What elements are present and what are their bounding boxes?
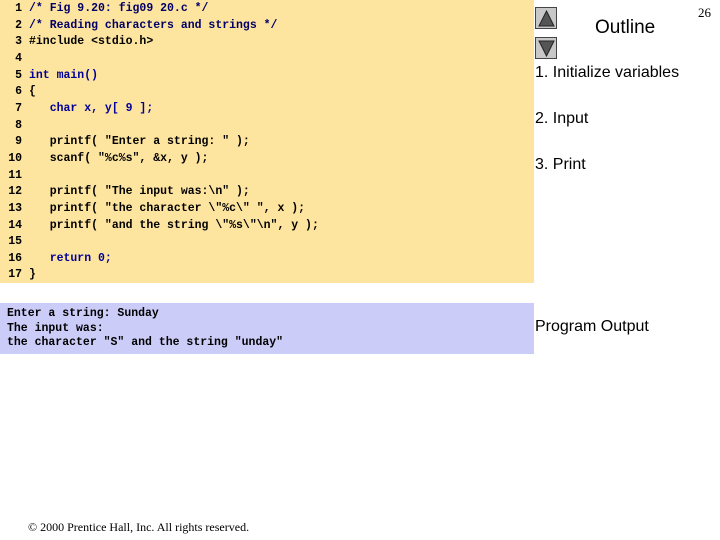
outline-item-initialize[interactable]: 1. Initialize variables [535, 64, 679, 82]
line-number: 10 [8, 152, 22, 165]
line-number: 16 [8, 252, 22, 265]
code-line: 16 return 0; [0, 251, 534, 267]
line-number: 4 [15, 52, 22, 65]
code-line: 9 printf( "Enter a string: " ); [0, 134, 534, 150]
code-line: 1 /* Fig 9.20: fig09 20.c */ [0, 1, 534, 17]
line-number: 7 [15, 102, 22, 115]
line-number: 15 [8, 235, 22, 248]
code-text: char x, y[ 9 ]; [29, 102, 154, 115]
code-text: printf( "Enter a string: " ); [29, 135, 250, 148]
next-slide-button[interactable] [535, 37, 557, 59]
line-number: 8 [15, 119, 22, 132]
previous-slide-button[interactable] [535, 7, 557, 29]
code-line: 10 scanf( "%c%s", &x, y ); [0, 151, 534, 167]
line-number: 17 [8, 268, 22, 281]
outline-item-print[interactable]: 3. Print [535, 156, 586, 174]
code-text: printf( "and the string \"%s\"\n", y ); [29, 219, 319, 232]
output-line: Enter a string: Sunday [7, 307, 159, 320]
code-text: { [29, 85, 36, 98]
code-line: 4 [0, 51, 534, 67]
line-number: 12 [8, 185, 22, 198]
code-line: 3 #include <stdio.h> [0, 34, 534, 50]
code-text: } [29, 268, 36, 281]
code-line: 8 [0, 118, 534, 134]
output-line: the character "S" and the string "unday" [7, 336, 284, 349]
copyright-notice: © 2000 Prentice Hall, Inc. All rights re… [28, 520, 250, 534]
line-number: 5 [15, 69, 22, 82]
line-number: 1 [15, 2, 22, 15]
line-number: 13 [8, 202, 22, 215]
line-number: 11 [8, 169, 22, 182]
code-line: 14 printf( "and the string \"%s\"\n", y … [0, 218, 534, 234]
line-number: 14 [8, 219, 22, 232]
line-number: 2 [15, 19, 22, 32]
line-number: 6 [15, 85, 22, 98]
code-text: /* Reading characters and strings */ [29, 19, 278, 32]
code-line: 17} [0, 267, 534, 283]
code-line: 12 printf( "The input was:\n" ); [0, 184, 534, 200]
code-line: 5 int main() [0, 68, 534, 84]
outline-item-program-output[interactable]: Program Output [535, 318, 649, 336]
code-text: printf( "the character \"%c\" ", x ); [29, 202, 306, 215]
code-line: 2 /* Reading characters and strings */ [0, 18, 534, 34]
output-line: The input was: [7, 322, 104, 335]
code-line: 11 [0, 168, 534, 184]
page-number: 26 [698, 5, 711, 20]
code-line: 15 [0, 234, 534, 250]
outline-title: Outline [595, 17, 656, 38]
code-text: scanf( "%c%s", &x, y ); [29, 152, 209, 165]
outline-item-input[interactable]: 2. Input [535, 110, 588, 128]
code-text: /* Fig 9.20: fig09 20.c */ [29, 2, 209, 15]
code-line: 13 printf( "the character \"%c\" ", x ); [0, 201, 534, 217]
code-line: 7 char x, y[ 9 ]; [0, 101, 534, 117]
code-text: int main() [29, 69, 99, 82]
triangle-up-icon [538, 10, 555, 27]
code-text: printf( "The input was:\n" ); [29, 185, 250, 198]
triangle-down-icon [538, 40, 555, 57]
program-output-panel: Enter a string: Sunday The input was: th… [0, 303, 534, 354]
line-number: 9 [15, 135, 22, 148]
code-line: 6{ [0, 84, 534, 100]
code-text: #include <stdio.h> [29, 35, 154, 48]
code-text: return 0; [29, 252, 112, 265]
line-number: 3 [15, 35, 22, 48]
code-panel: 1 /* Fig 9.20: fig09 20.c */ 2 /* Reading … [0, 0, 534, 283]
